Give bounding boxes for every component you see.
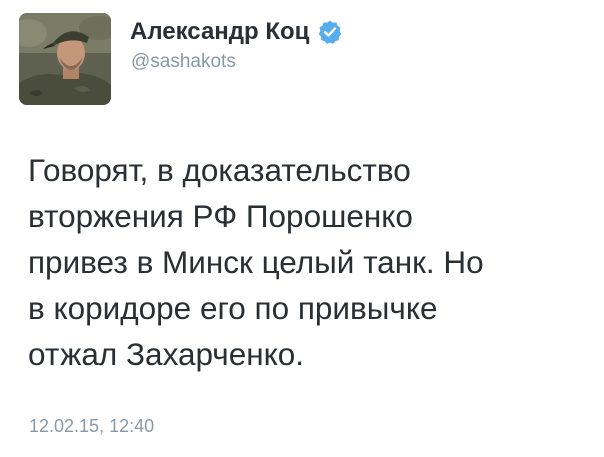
tweet-text-line: привез в Минск целый танк. Но: [28, 244, 484, 280]
author-display-name[interactable]: Александр Коц: [130, 18, 309, 46]
tweet-text-line: Говорят, в доказательство: [28, 152, 411, 188]
author-handle[interactable]: @sashakots: [131, 51, 236, 73]
verified-badge-icon: [317, 19, 343, 45]
tweet-text-line: отжал Захарченко.: [28, 336, 305, 372]
author-name-row: Александр Коц: [130, 16, 343, 48]
tweet-card: Александр Коц @sashakots Говорят, в дока…: [0, 0, 604, 457]
avatar[interactable]: [19, 13, 111, 105]
tweet-text-line: вторжения РФ Порошенко: [28, 198, 413, 234]
tweet-timestamp[interactable]: 12.02.15, 12:40: [29, 416, 154, 437]
tweet-text: Говорят, в доказательство вторжения РФ П…: [28, 147, 588, 377]
tweet-text-line: в коридоре его по привычке: [28, 290, 438, 326]
